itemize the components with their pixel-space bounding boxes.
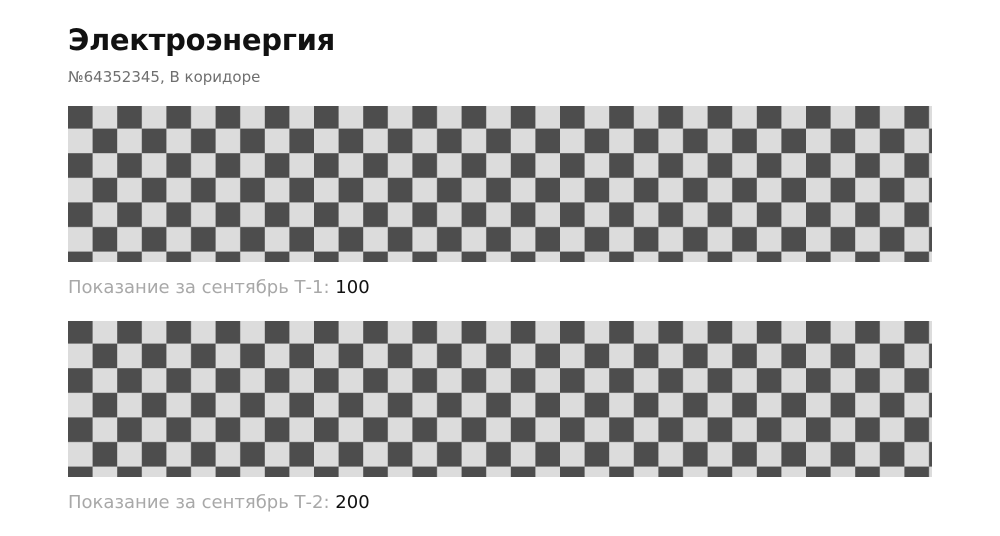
reading-value: 200 (335, 492, 370, 513)
meter-subtitle: №64352345, В коридоре (68, 68, 261, 86)
reading-label: Показание за сентябрь Т-2: (68, 492, 330, 513)
meter-readings-page: Электроэнергия №64352345, В коридоре Пок… (0, 0, 1000, 536)
meter-photo-placeholder-t1 (68, 106, 932, 262)
reading-label: Показание за сентябрь Т-1: (68, 277, 330, 298)
page-title: Электроэнергия (68, 23, 335, 57)
reading-value: 100 (335, 277, 370, 298)
reading-t1: Показание за сентябрь Т-1: 100 (68, 276, 370, 300)
meter-photo-placeholder-t2 (68, 321, 932, 477)
reading-t2: Показание за сентябрь Т-2: 200 (68, 491, 370, 515)
